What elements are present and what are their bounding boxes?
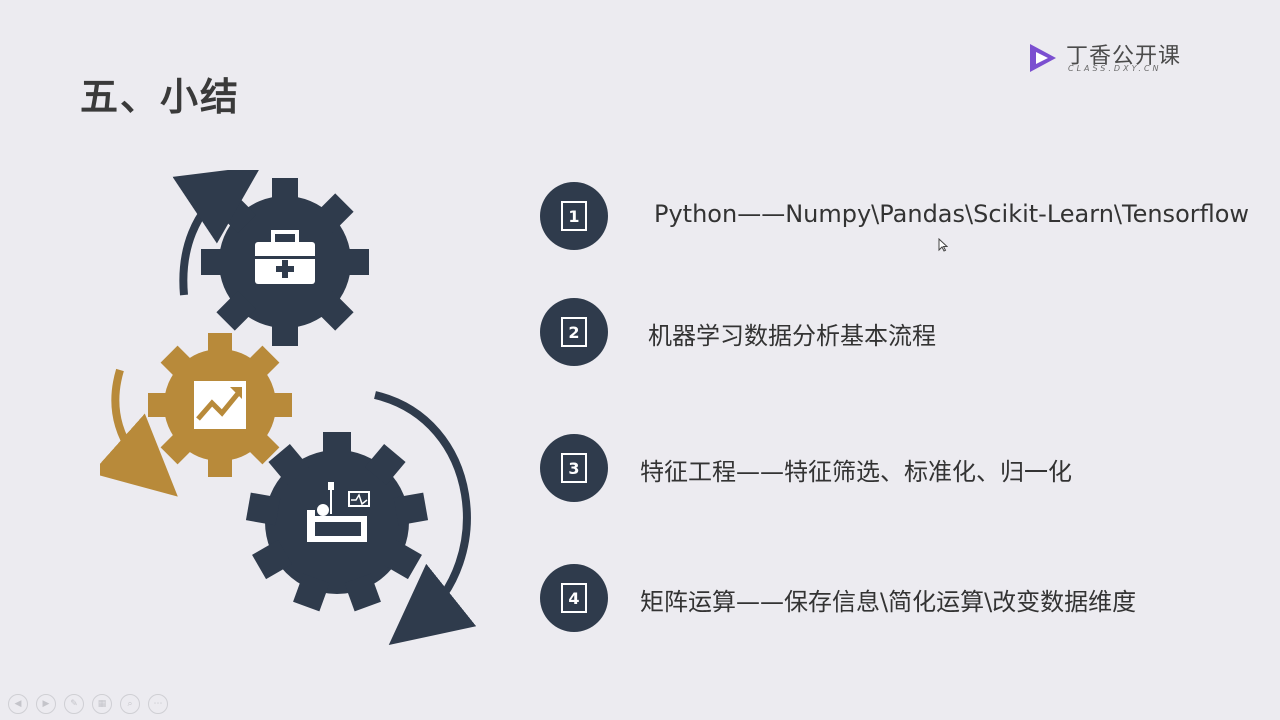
zoom-icon[interactable]: ⌕: [120, 694, 140, 714]
number-label: 4: [561, 583, 587, 613]
pen-icon[interactable]: ✎: [64, 694, 84, 714]
number-badge: 3: [540, 434, 608, 502]
number-badge: 1: [540, 182, 608, 250]
logo-play-icon: [1030, 44, 1056, 72]
number-label: 2: [561, 317, 587, 347]
slides-grid-icon[interactable]: ▦: [92, 694, 112, 714]
gears-illustration: [100, 170, 477, 646]
item-text: Python——Numpy\Pandas\Scikit-Learn\Tensor…: [654, 200, 1250, 228]
logo-subtitle: CLASS.DXY.CN: [1068, 64, 1162, 73]
more-options-icon[interactable]: ⋯: [148, 694, 168, 714]
mouse-cursor-icon: [938, 238, 948, 252]
brand-logo: 丁香公开课 CLASS.DXY.CN: [1024, 38, 1184, 78]
next-slide-icon[interactable]: ▶: [36, 694, 56, 714]
number-badge: 2: [540, 298, 608, 366]
item-text: 机器学习数据分析基本流程: [648, 322, 936, 350]
gear-middle: [148, 333, 292, 477]
item-text: 特征工程——特征筛选、标准化、归一化: [640, 458, 1072, 486]
growth-chart-icon: [194, 381, 246, 429]
arrow-middle-icon: [100, 368, 178, 497]
previous-slide-icon[interactable]: ◀: [8, 694, 28, 714]
slide-title: 五、小结: [80, 75, 241, 119]
slideshow-toolbar: ◀ ▶ ✎ ▦ ⌕ ⋯: [8, 694, 168, 714]
number-label: 1: [561, 201, 587, 231]
gear-bottom: [245, 432, 429, 612]
number-badge: 4: [540, 564, 608, 632]
gear-top: [201, 178, 369, 346]
item-text: 矩阵运算——保存信息\简化运算\改变数据维度: [640, 588, 1137, 616]
number-label: 3: [561, 453, 587, 483]
